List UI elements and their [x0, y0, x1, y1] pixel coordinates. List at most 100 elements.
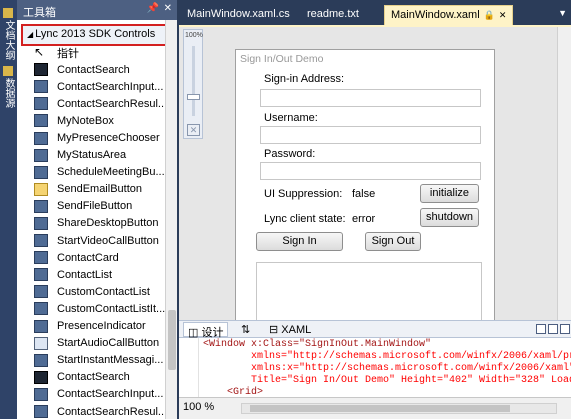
toolbox-item[interactable]: PresenceIndicator: [17, 318, 165, 335]
toolbox-item-label: CustomContactList: [57, 285, 150, 298]
username-input[interactable]: [260, 126, 481, 144]
zoom-label: 100%: [185, 32, 203, 39]
zoom-slider-track[interactable]: [192, 46, 195, 116]
sign-in-button[interactable]: Sign In: [256, 232, 343, 251]
toolbox-item[interactable]: ContactList: [17, 266, 165, 283]
control-icon: [34, 285, 48, 299]
toolbox-item[interactable]: ContactSearchInput...: [17, 78, 165, 95]
control-icon: [34, 97, 48, 111]
toolbox-item-label: StartAudioCallButton: [57, 337, 160, 350]
close-icon[interactable]: ✕: [164, 3, 172, 14]
control-icon: [34, 302, 48, 316]
toolbox-item-label: SendFileButton: [57, 200, 133, 213]
wpf-window-preview[interactable]: Sign In/Out Demo Sign-in Address: Userna…: [235, 49, 495, 322]
username-label: Username:: [264, 112, 318, 124]
toolbox-item[interactable]: ContactSearchResul...: [17, 403, 165, 419]
tab-readme-txt[interactable]: readme.txt: [301, 5, 365, 25]
code-line: xmlns:x="http://schemas.microsoft.com/wi…: [203, 363, 571, 375]
tab-label: readme.txt: [307, 8, 359, 20]
lock-icon: 🔒: [483, 10, 495, 20]
toolbox-item-label: StartVideoCallButton: [57, 234, 159, 247]
signin-address-input[interactable]: [260, 89, 481, 107]
tab-mainwindow-xaml-cs[interactable]: MainWindow.xaml.cs: [181, 5, 296, 25]
control-icon: [34, 63, 48, 77]
control-icon: [34, 148, 48, 162]
toolbox-item-label: StartInstantMessagi...: [57, 354, 164, 367]
toolbox-scrollbar[interactable]: [165, 20, 177, 419]
toolbox-item[interactable]: SendFileButton: [17, 198, 165, 215]
document-tabs: MainWindow.xaml.cs readme.txt MainWindow…: [179, 5, 571, 25]
toolbox-item[interactable]: ScheduleMeetingBu...: [17, 164, 165, 181]
toolbox-item[interactable]: ContactSearchResul...: [17, 95, 165, 112]
password-input[interactable]: [260, 162, 481, 180]
side-tab-document-outline[interactable]: 文档大纲: [2, 8, 15, 60]
initialize-button[interactable]: initialize: [420, 184, 479, 203]
tab-label: MainWindow.xaml.cs: [187, 8, 290, 20]
tab-dropdown-icon[interactable]: ▼: [558, 8, 567, 18]
toolbox-item[interactable]: CustomContactListIt...: [17, 300, 165, 317]
control-icon: [34, 131, 48, 145]
collapse-pane-icon[interactable]: [560, 324, 570, 334]
toolbox-panel: 工具箱 📌 ✕ ◢ Lync 2013 SDK Controls ↖ 指针 Conta…: [17, 0, 177, 419]
ui-suppression-label: UI Suppression:: [264, 188, 343, 200]
tab-xaml[interactable]: ⊟ XAML: [265, 322, 315, 337]
tab-mainwindow-xaml[interactable]: MainWindow.xaml 🔒 ✕: [384, 5, 514, 25]
vertical-split-icon[interactable]: [536, 324, 546, 334]
toolbox-item[interactable]: SendEmailButton: [17, 181, 165, 198]
code-line: <Window x:Class="SignInOut.MainWindow": [203, 339, 431, 351]
control-icon: [34, 114, 48, 128]
toolbox-item[interactable]: ContactSearch: [17, 369, 165, 386]
sign-out-button[interactable]: Sign Out: [365, 232, 421, 251]
toolbox-item-label: PresenceIndicator: [57, 320, 146, 333]
output-textbox[interactable]: [256, 262, 482, 322]
toolbox-title: 工具箱: [23, 7, 56, 19]
toolbox-item[interactable]: ContactSearchInput...: [17, 386, 165, 403]
zoom-slider-panel: 100% ✕: [183, 29, 203, 139]
collapse-arrow-icon: ◢: [27, 30, 34, 39]
toolbox-item-label: MyPresenceChooser: [57, 132, 160, 145]
designer-vertical-scrollbar[interactable]: [557, 27, 571, 322]
signin-address-label: Sign-in Address:: [264, 73, 345, 85]
toolbox-item-label: CustomContactListIt...: [57, 302, 165, 315]
pin-icon[interactable]: 📌: [147, 3, 159, 14]
close-icon[interactable]: ✕: [499, 10, 507, 20]
horizontal-split-icon[interactable]: [548, 324, 558, 334]
toolbox-item[interactable]: ShareDesktopButton: [17, 215, 165, 232]
code-text: <Window x:Class="SignInOut.MainWindow": [203, 339, 432, 350]
toolbox-category-header[interactable]: ◢ Lync 2013 SDK Controls: [21, 24, 172, 46]
toolbox-item[interactable]: CustomContactList: [17, 283, 165, 300]
toolbox-item[interactable]: MyNoteBox: [17, 112, 165, 129]
control-icon: [34, 199, 48, 213]
password-label: Password:: [264, 148, 316, 160]
zoom-slider-thumb[interactable]: [187, 94, 200, 100]
toolbox-item[interactable]: StartVideoCallButton: [17, 232, 165, 249]
shutdown-button[interactable]: shutdown: [420, 208, 479, 227]
scrollbar-thumb[interactable]: [250, 405, 510, 412]
toolbox-item[interactable]: ContactSearch: [17, 61, 165, 78]
toolbox-item[interactable]: ↖ 指针: [17, 44, 165, 61]
control-icon: [34, 234, 48, 248]
toolbox-item-label: MyStatusArea: [57, 149, 127, 162]
zoom-fit-icon[interactable]: ✕: [187, 124, 200, 136]
xaml-editor[interactable]: <Window x:Class="SignInOut.MainWindow" x…: [179, 338, 571, 397]
toolbox-item-label: ContactList: [57, 268, 113, 281]
tab-design[interactable]: ◫ 设计: [183, 322, 229, 339]
toolbox-item-label: ContactSearch: [57, 371, 130, 384]
swap-panes-button[interactable]: ⇅: [237, 322, 254, 337]
side-tab-data-sources[interactable]: 数据源: [2, 66, 15, 108]
toolbox-item[interactable]: MyPresenceChooser: [17, 129, 165, 146]
toolbox-item[interactable]: MyStatusArea: [17, 147, 165, 164]
toolbox-item-label: ContactSearchResul...: [57, 405, 165, 418]
editor-zoom-dropdown[interactable]: 100 %: [183, 401, 214, 413]
pointer-icon: ↖: [34, 45, 45, 60]
editor-gutter: [179, 338, 199, 397]
toolbox-item[interactable]: ContactCard: [17, 249, 165, 266]
scrollbar-thumb[interactable]: [168, 310, 176, 370]
category-label: Lync 2013 SDK Controls: [35, 28, 156, 40]
toolbox-item-label: ScheduleMeetingBu...: [57, 166, 165, 179]
toolbox-item[interactable]: StartInstantMessagi...: [17, 352, 165, 369]
toolbox-item-label: SendEmailButton: [57, 183, 142, 196]
toolbox-item-label: ContactCard: [57, 251, 119, 264]
editor-horizontal-scrollbar[interactable]: [241, 403, 557, 414]
toolbox-item[interactable]: StartAudioCallButton: [17, 335, 165, 352]
